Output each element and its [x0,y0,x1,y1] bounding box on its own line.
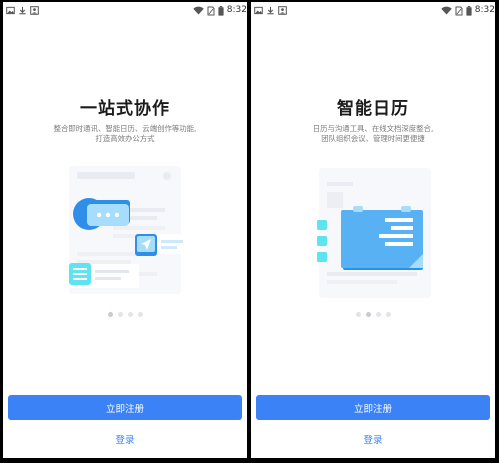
page-dot[interactable] [365,312,371,317]
page-subtitle: 日历与沟通工具、在线文档深度整合, 团队组织会议、管理时间更便捷 [271,124,475,144]
account-icon [30,6,39,15]
no-sim-icon [455,6,463,15]
image-icon [254,6,263,15]
login-link[interactable]: 登录 [3,432,247,446]
page-dot[interactable] [355,312,361,317]
download-icon [266,6,275,15]
page-dot[interactable] [117,312,123,317]
register-button[interactable]: 立即注册 [256,395,490,420]
subtitle-line: 整合即时通讯、智能日历、云端创作等功能, [53,124,197,133]
status-bar: 8:32 [3,2,247,20]
status-time: 8:32 [226,5,247,15]
subtitle-line: 日历与沟通工具、在线文档深度整合, [312,124,434,133]
battery-icon [218,5,224,16]
image-icon [6,6,15,15]
page-dot[interactable] [375,312,381,317]
calendar-illustration [301,160,445,310]
battery-icon [466,5,472,16]
page-dot[interactable] [385,312,391,317]
page-title: 一站式协作 [80,99,170,119]
wifi-icon [441,6,452,15]
pagination-dots [3,312,247,317]
download-icon [18,6,27,15]
subtitle-line: 团队组织会议、管理时间更便捷 [321,134,425,143]
subtitle-line: 打造高效办公方式 [95,134,155,143]
page-dot[interactable] [137,312,143,317]
onboarding-screen-collaboration: 8:32 一站式协作 整合即时通讯、智能日历、云端创作等功能, 打造高效办公方式 [3,2,247,458]
page-dot[interactable] [127,312,133,317]
page-title: 智能日历 [337,99,409,119]
status-bar: 8:32 [251,2,495,20]
page-dot[interactable] [107,312,113,317]
account-icon [278,6,287,15]
collaboration-illustration [53,160,197,310]
login-link[interactable]: 登录 [251,432,495,446]
register-button[interactable]: 立即注册 [8,395,242,420]
pagination-dots [251,312,495,317]
status-time: 8:32 [474,5,495,15]
page-subtitle: 整合即时通讯、智能日历、云端创作等功能, 打造高效办公方式 [23,124,227,144]
wifi-icon [193,6,204,15]
no-sim-icon [207,6,215,15]
onboarding-screen-calendar: 8:32 智能日历 日历与沟通工具、在线文档深度整合, 团队组织会议、管理时间更… [251,2,495,458]
